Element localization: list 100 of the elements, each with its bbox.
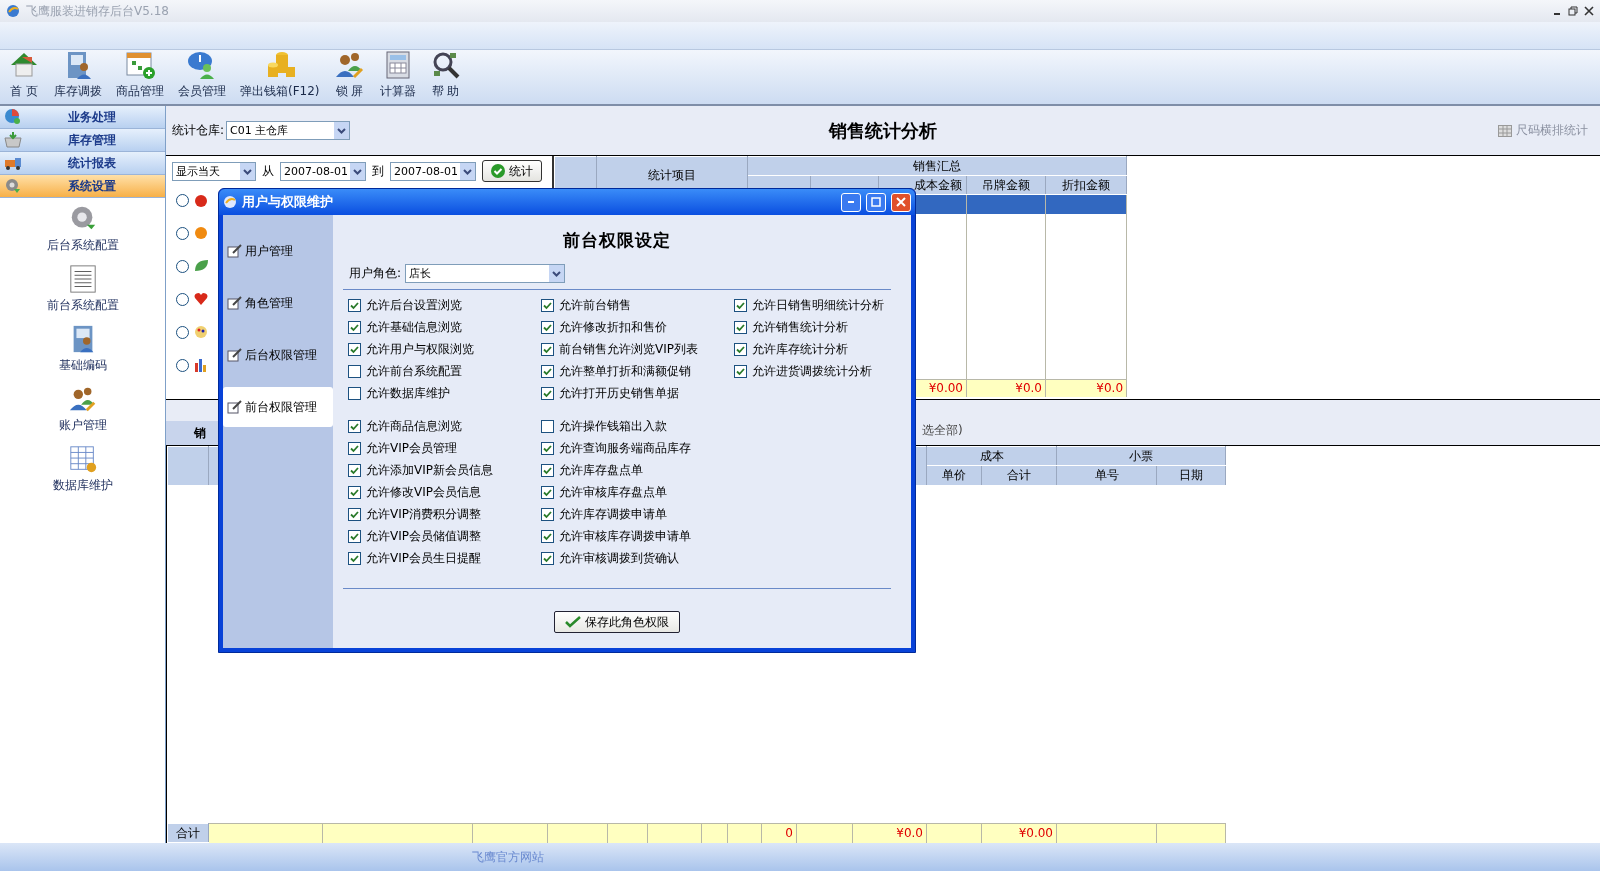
radio-button[interactable]: [176, 226, 189, 240]
permission-checkbox[interactable]: 允许前台系统配置: [348, 364, 541, 379]
checkmark-icon: [735, 300, 746, 311]
sidebar-section[interactable]: 业务处理: [0, 106, 165, 129]
checkmark-icon: [542, 322, 553, 333]
permission-checkbox[interactable]: 允许审核库存盘点单: [541, 485, 734, 500]
permission-checkbox[interactable]: 允许后台设置浏览: [348, 298, 541, 313]
column-group-header: 销售汇总: [747, 156, 1127, 176]
from-date-field[interactable]: 2007-08-01: [280, 161, 366, 181]
toolbar-button[interactable]: 弹出钱箱(F12): [238, 49, 322, 100]
pie-chart-icon: [4, 108, 22, 126]
permission-checkbox[interactable]: 前台销售允许浏览VIP列表: [541, 342, 734, 357]
save-button[interactable]: 保存此角色权限: [554, 611, 680, 633]
close-icon: [896, 197, 906, 207]
period-dropdown[interactable]: 显示当天: [172, 161, 256, 181]
total-cell: [796, 823, 853, 843]
heart-icon: [193, 291, 209, 307]
basket-icon: [4, 131, 22, 149]
role-label: 用户角色:: [349, 265, 402, 282]
permission-checkbox[interactable]: 允许打开历史销售单据: [541, 386, 734, 401]
permission-checkbox[interactable]: 允许VIP会员生日提醒: [348, 551, 541, 566]
radio-button[interactable]: [176, 259, 189, 273]
permission-checkbox[interactable]: 允许库存调拨申请单: [541, 507, 734, 522]
permission-checkbox[interactable]: 允许修改VIP会员信息: [348, 485, 541, 500]
role-dropdown[interactable]: 店长: [405, 264, 566, 283]
permission-checkbox[interactable]: 允许审核调拨到货确认: [541, 551, 734, 566]
radio-button[interactable]: [176, 292, 189, 306]
nav-item[interactable]: 后台权限管理: [223, 335, 329, 375]
permission-checkbox[interactable]: 允许修改折扣和售价: [541, 320, 734, 335]
warehouse-label: 统计仓库:: [172, 122, 225, 139]
checkmark-icon: [349, 509, 360, 520]
total-cell: ¥0.0: [852, 823, 927, 843]
toolbar-button[interactable]: 锁 屏: [331, 49, 368, 100]
total-cell: [926, 823, 982, 843]
maximize-button[interactable]: [866, 192, 886, 212]
sidebar-item[interactable]: 基础编码: [0, 318, 165, 378]
document-icon: [67, 264, 98, 294]
toolbar-button[interactable]: 帮 助: [427, 49, 464, 100]
toolbar-button[interactable]: 商品管理: [114, 49, 166, 100]
permission-checkbox[interactable]: 允许VIP消费积分调整: [348, 507, 541, 522]
column-group-header: 小票: [1056, 446, 1226, 466]
restore-icon[interactable]: [1568, 6, 1578, 16]
sidebar-section[interactable]: 统计报表: [0, 152, 165, 175]
to-date-field[interactable]: 2007-08-01: [390, 161, 476, 181]
dialog-title: 用户与权限维护: [242, 193, 334, 211]
radio-button[interactable]: [176, 325, 189, 339]
leaf-icon: [193, 258, 209, 274]
nav-item[interactable]: 前台权限管理: [223, 387, 333, 427]
permission-checkbox[interactable]: 允许数据库维护: [348, 386, 541, 401]
toolbar-button[interactable]: 库存调拨: [52, 49, 104, 100]
total-cell: [1156, 823, 1226, 843]
permission-checkbox[interactable]: 允许操作钱箱出入款: [541, 419, 734, 434]
toolbar-button[interactable]: 首 页: [6, 49, 42, 100]
edit-icon: [227, 348, 243, 362]
nav-item[interactable]: 角色管理: [223, 283, 329, 323]
toolbar-button[interactable]: 会员管理: [176, 49, 228, 100]
permission-checkbox[interactable]: 允许添加VIP新会员信息: [348, 463, 541, 478]
permission-checkbox[interactable]: 允许VIP会员储值调整: [348, 529, 541, 544]
radio-button[interactable]: [176, 358, 189, 372]
permission-checkbox[interactable]: 允许VIP会员管理: [348, 441, 541, 456]
checkmark-icon: [542, 509, 553, 520]
checkmark-icon: [542, 531, 553, 542]
permission-checkbox[interactable]: 允许日销售明细统计分析: [734, 298, 891, 313]
total-cell: ¥0.0: [966, 379, 1046, 397]
permission-checkbox[interactable]: 允许整单打折和满额促销: [541, 364, 734, 379]
checkmark-icon: [542, 443, 553, 454]
close-icon[interactable]: [1584, 6, 1594, 16]
checkmark-icon: [349, 443, 360, 454]
close-button[interactable]: [891, 192, 911, 212]
permission-checkbox[interactable]: 允许商品信息浏览: [348, 419, 541, 434]
page-title: 销售统计分析: [829, 118, 937, 143]
toolbar-button[interactable]: 计算器: [377, 49, 418, 100]
permission-checkbox[interactable]: 允许用户与权限浏览: [348, 342, 541, 357]
permission-checkbox[interactable]: 允许库存盘点单: [541, 463, 734, 478]
permission-checkbox[interactable]: 允许基础信息浏览: [348, 320, 541, 335]
sidebar-section[interactable]: 库存管理: [0, 129, 165, 152]
column-group-header: 成本: [926, 446, 1057, 466]
sidebar-section[interactable]: 系统设置: [0, 175, 165, 198]
sidebar-item[interactable]: 数据库维护: [0, 438, 165, 498]
minimize-button[interactable]: [841, 192, 861, 212]
permission-checkbox[interactable]: 允许进货调拨统计分析: [734, 364, 891, 379]
app-logo-icon: [223, 195, 237, 209]
permission-checkbox[interactable]: 允许审核库存调拨申请单: [541, 529, 734, 544]
sidebar-item[interactable]: 后台系统配置: [0, 198, 165, 258]
radio-button[interactable]: [176, 193, 189, 207]
permission-checkbox[interactable]: 允许查询服务端商品库存: [541, 441, 734, 456]
warehouse-dropdown[interactable]: C01 主仓库: [226, 121, 351, 140]
permission-checkbox[interactable]: 允许库存统计分析: [734, 342, 891, 357]
checkmark-icon: [735, 344, 746, 355]
permission-checkbox[interactable]: 允许前台销售: [541, 298, 734, 313]
nav-item[interactable]: 用户管理: [223, 231, 329, 271]
total-cell: [647, 823, 702, 843]
sidebar-item[interactable]: 前台系统配置: [0, 258, 165, 318]
statistics-button[interactable]: 统计: [482, 160, 542, 182]
minimize-icon: [848, 201, 854, 203]
permission-checkbox[interactable]: 允许销售统计分析: [734, 320, 891, 335]
from-label: 从: [262, 162, 274, 180]
gear-icon: [4, 177, 22, 195]
maximize-icon: [871, 197, 881, 207]
sidebar-item[interactable]: 账户管理: [0, 378, 165, 438]
